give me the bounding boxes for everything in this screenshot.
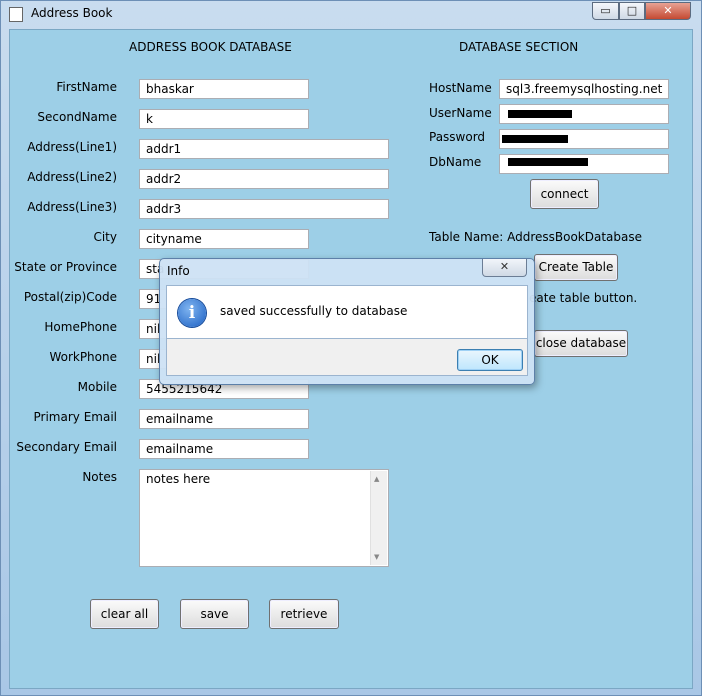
label-home-phone: HomePhone — [44, 320, 117, 334]
username-field[interactable] — [499, 104, 669, 124]
dialog-body: i saved successfully to database — [166, 285, 528, 339]
information-icon: i — [178, 299, 206, 327]
label-address-line3: Address(Line3) — [27, 200, 117, 214]
scroll-up-arrow-icon[interactable]: ▲ — [374, 475, 379, 483]
second-name-field[interactable]: k — [139, 109, 309, 129]
redaction-bar — [502, 135, 568, 143]
dialog-message: saved successfully to database — [220, 304, 408, 318]
redaction-bar — [508, 110, 572, 118]
close-window-button[interactable]: ✕ — [645, 2, 691, 20]
address-line2-field[interactable]: addr2 — [139, 169, 389, 189]
retrieve-button[interactable]: retrieve — [269, 599, 339, 629]
info-dialog[interactable]: Info ✕ i saved successfully to database … — [159, 258, 535, 385]
label-address-line1: Address(Line1) — [27, 140, 117, 154]
password-field[interactable] — [499, 129, 669, 149]
create-table-hint: eate table button. — [529, 291, 638, 305]
label-password: Password — [429, 130, 486, 144]
scroll-down-arrow-icon[interactable]: ▼ — [374, 553, 379, 561]
notes-text: notes here — [146, 472, 211, 486]
save-button[interactable]: save — [180, 599, 249, 629]
label-username: UserName — [429, 106, 492, 120]
label-mobile: Mobile — [77, 380, 117, 394]
dbname-field[interactable] — [499, 154, 669, 174]
dialog-footer: OK — [166, 339, 528, 376]
redaction-bar — [508, 158, 588, 166]
title-bar[interactable]: Address Book ▭ □ ✕ — [1, 1, 701, 27]
address-line3-field[interactable]: addr3 — [139, 199, 389, 219]
label-work-phone: WorkPhone — [49, 350, 117, 364]
ok-button[interactable]: OK — [457, 349, 523, 371]
label-state: State or Province — [14, 260, 117, 274]
label-second-name: SecondName — [37, 110, 117, 124]
label-postal-code: Postal(zip)Code — [23, 290, 117, 304]
address-book-header: ADDRESS BOOK DATABASE — [129, 40, 292, 54]
window-title: Address Book — [31, 6, 113, 20]
close-database-button[interactable]: close database — [534, 330, 628, 357]
city-field[interactable]: cityname — [139, 229, 309, 249]
create-table-button[interactable]: Create Table — [534, 254, 618, 281]
table-name-label: Table Name: AddressBookDatabase — [429, 230, 643, 244]
maximize-button[interactable]: □ — [619, 2, 645, 20]
label-notes: Notes — [82, 470, 117, 484]
first-name-field[interactable]: bhaskar — [139, 79, 309, 99]
clear-all-button[interactable]: clear all — [90, 599, 159, 629]
dialog-title: Info — [167, 264, 190, 278]
label-first-name: FirstName — [56, 80, 117, 94]
notes-scrollbar[interactable]: ▲ ▼ — [370, 471, 387, 565]
app-icon — [9, 7, 23, 22]
label-dbname: DbName — [429, 155, 482, 169]
label-city: City — [93, 230, 117, 244]
minimize-button[interactable]: ▭ — [592, 2, 619, 20]
dialog-close-button[interactable]: ✕ — [482, 259, 527, 277]
address-line1-field[interactable]: addr1 — [139, 139, 389, 159]
label-primary-email: Primary Email — [33, 410, 117, 424]
label-hostname: HostName — [429, 81, 492, 95]
label-secondary-email: Secondary Email — [16, 440, 117, 454]
label-address-line2: Address(Line2) — [27, 170, 117, 184]
primary-email-field[interactable]: emailname — [139, 409, 309, 429]
notes-textarea[interactable]: notes here ▲ ▼ — [139, 469, 389, 567]
connect-button[interactable]: connect — [530, 179, 599, 209]
secondary-email-field[interactable]: emailname — [139, 439, 309, 459]
hostname-field[interactable]: sql3.freemysqlhosting.net — [499, 79, 669, 99]
database-section-header: DATABASE SECTION — [459, 40, 579, 54]
